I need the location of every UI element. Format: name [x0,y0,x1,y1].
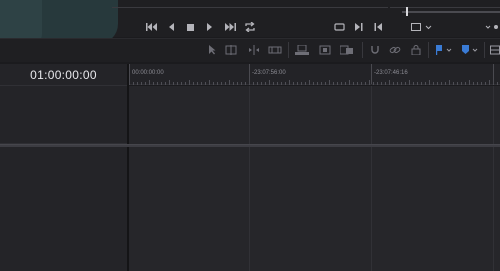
viewer-scrubber[interactable] [112,0,388,8]
toolbar-separator [288,42,289,58]
layout-icon[interactable] [489,44,500,56]
video-audio-divider[interactable] [0,144,500,147]
blade-icon[interactable] [247,44,261,56]
link-icon[interactable] [388,44,402,56]
insert-clip-icon[interactable] [295,44,309,56]
skip-to-end-icon[interactable] [222,20,238,34]
ruler-major-tick [129,64,130,84]
timeline-ruler[interactable]: 00:00:00:00 -23:07:56:00 -23:07:46:16 [129,64,500,85]
viewer-mode-dropdown[interactable] [410,20,434,34]
ruler-mark-label: -23:07:56:00 [252,70,286,76]
timeline-gridline [493,86,494,271]
toolbar-separator [428,42,429,58]
prev-edit-icon[interactable] [372,20,384,34]
loop-icon[interactable] [242,20,258,34]
ruler-major-tick [493,64,494,84]
match-frame-icon[interactable] [332,20,346,34]
flag-icon[interactable] [434,44,454,56]
timeline-gridline [249,86,250,271]
timeline-zoom-handle[interactable] [406,7,408,16]
pointer-icon[interactable] [205,44,219,56]
audio-track-header[interactable] [0,147,127,271]
ruler-major-tick [371,64,372,84]
timeline-timecode[interactable]: 01:00:00:00 [0,64,127,86]
timeline-zoom-slider[interactable] [402,11,500,13]
toolbar-separator [362,42,363,58]
timeline-track-area[interactable] [129,86,500,271]
replace-clip-icon[interactable] [340,44,354,56]
lock-icon[interactable] [409,44,423,56]
toolbar-separator [484,42,485,58]
skip-to-start-icon[interactable] [144,20,160,34]
ruler-major-tick [249,64,250,84]
video-track-header[interactable] [0,86,127,144]
more-options-icon[interactable] [484,20,500,34]
slip-icon[interactable] [268,44,282,56]
step-back-icon[interactable] [165,20,177,34]
timeline-gridline [371,86,372,271]
next-edit-icon[interactable] [353,20,365,34]
ruler-mark-label: 00:00:00:00 [132,70,164,76]
play-icon[interactable] [203,20,215,34]
stop-icon[interactable] [184,20,196,34]
ruler-ticks [129,80,498,85]
marker-icon[interactable] [460,44,480,56]
overwrite-clip-icon[interactable] [318,44,332,56]
snapping-icon[interactable] [368,44,382,56]
ruler-mark-label: -23:07:46:16 [374,70,408,76]
trim-icon[interactable] [224,44,238,56]
